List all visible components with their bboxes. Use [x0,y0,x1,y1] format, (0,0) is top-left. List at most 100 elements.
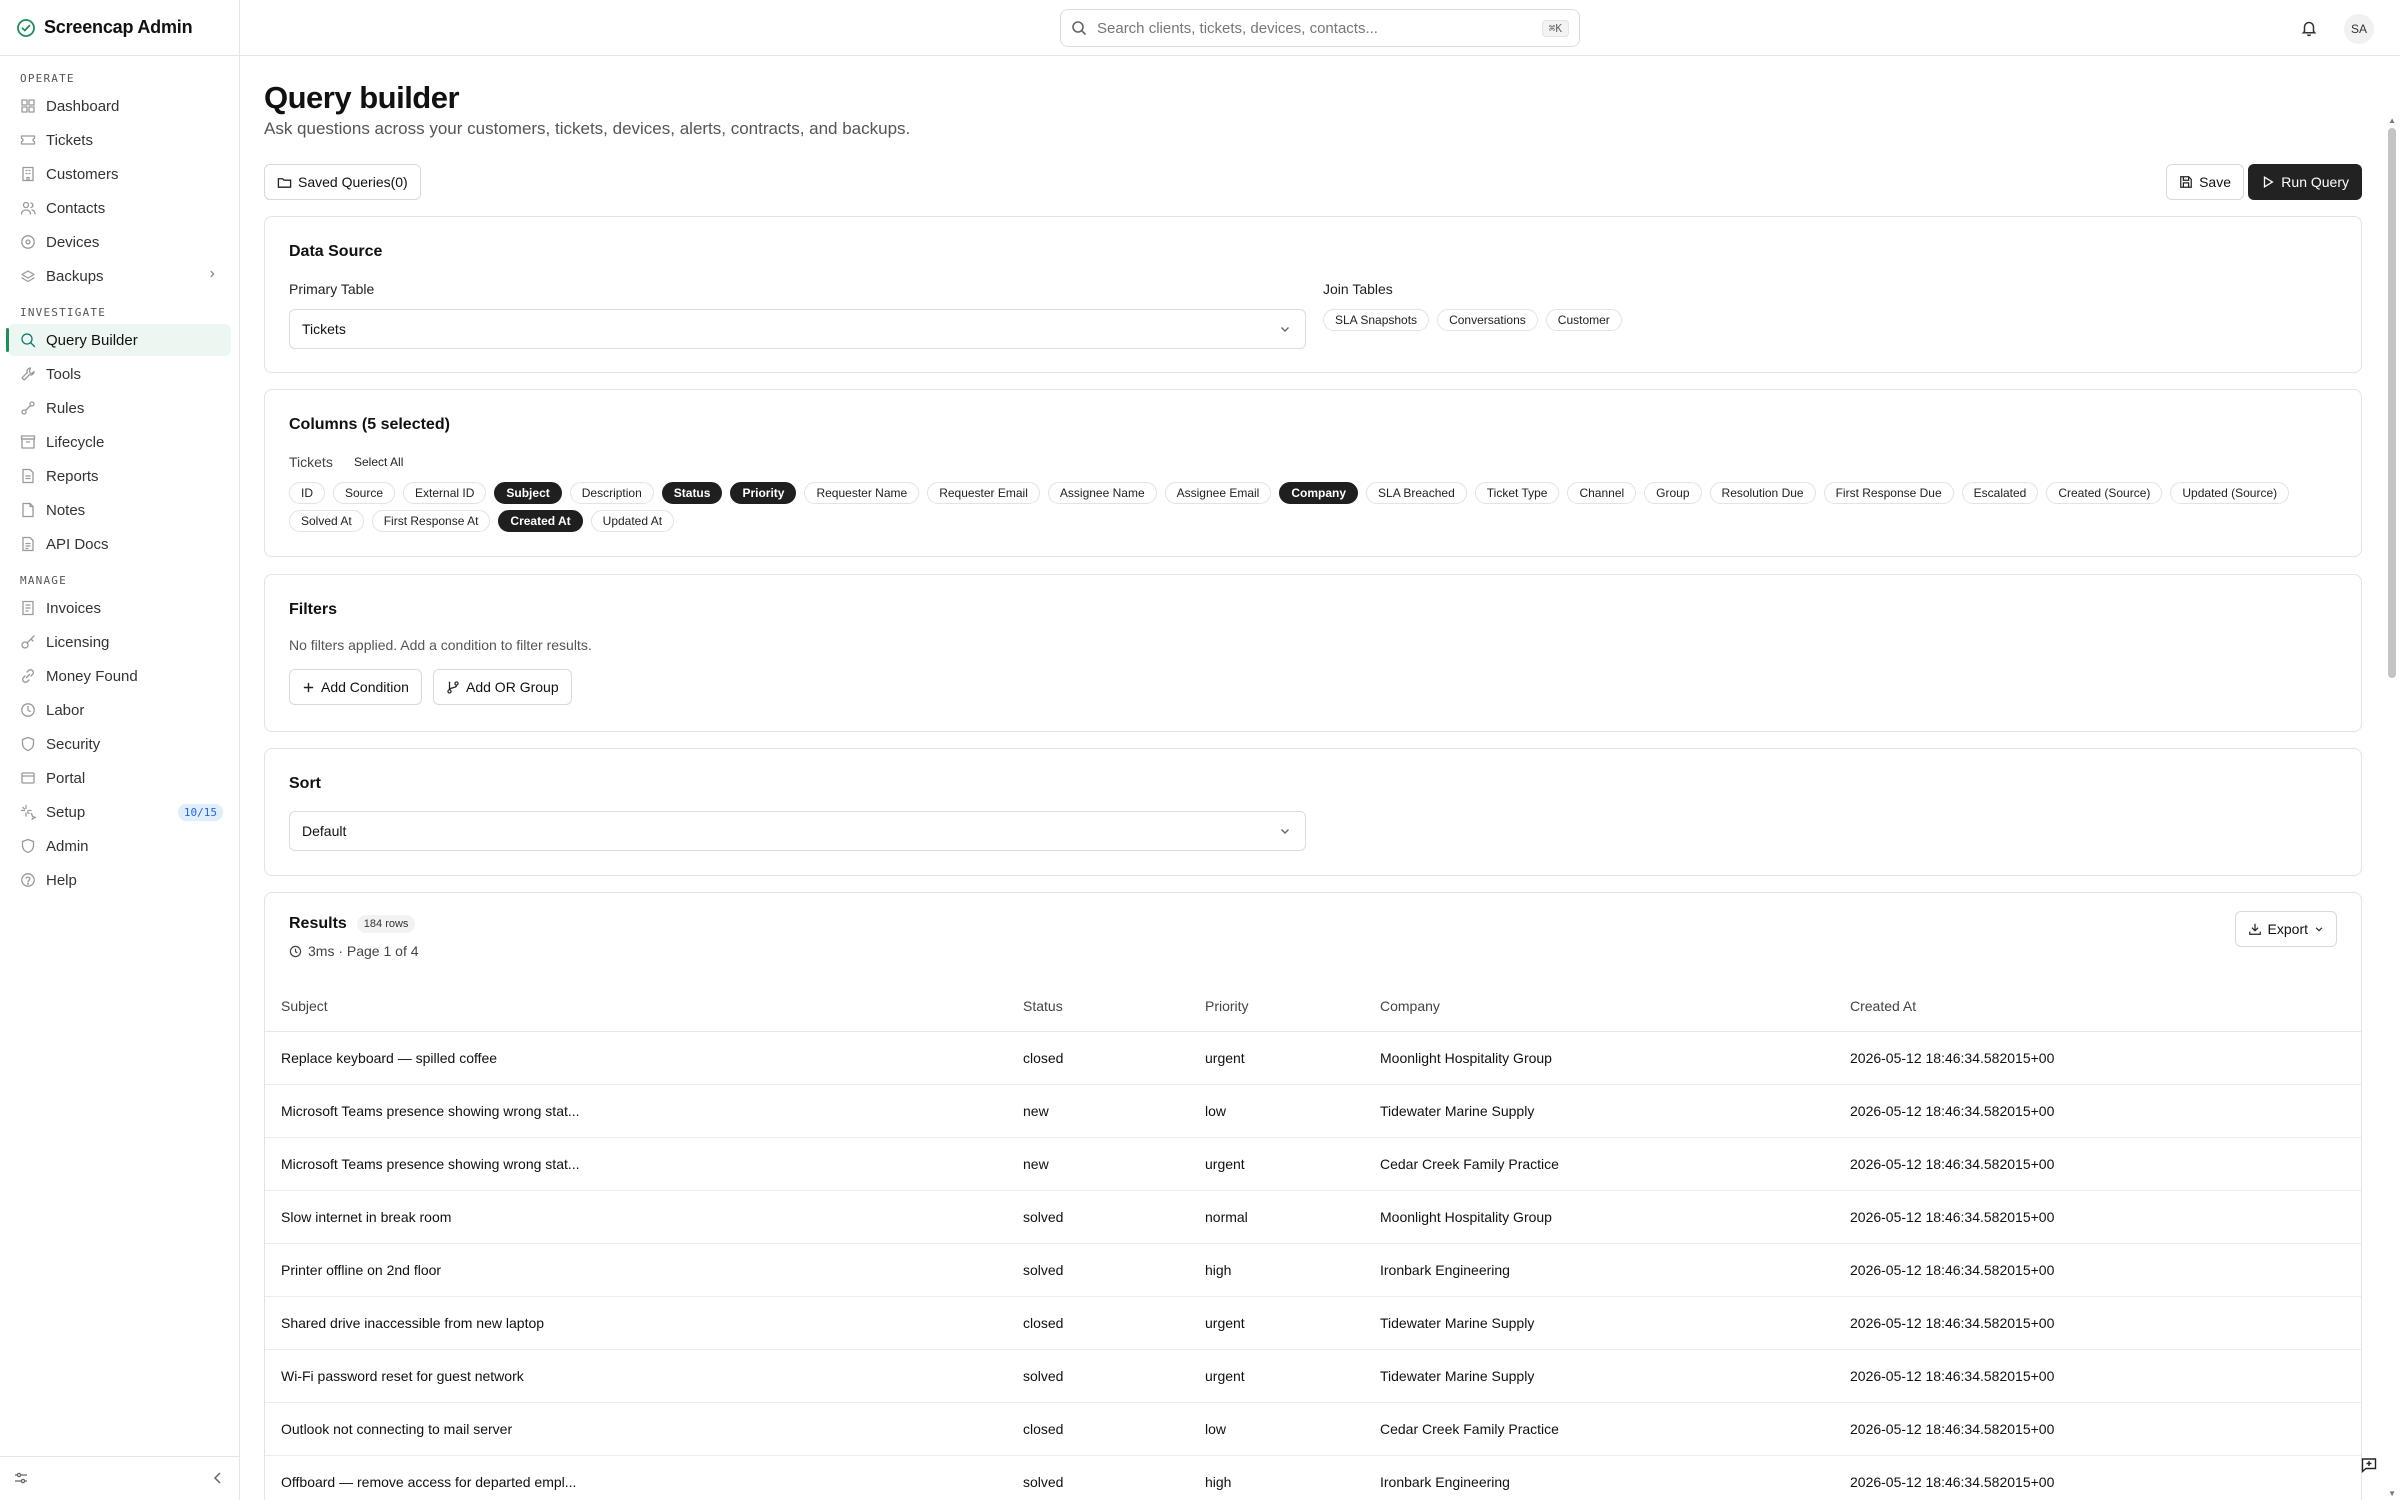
sort-select[interactable]: Default [289,811,1306,851]
run-query-button[interactable]: Run Query [2248,164,2362,200]
column-header[interactable]: Company [1364,981,1834,1032]
table-cell: closed [1007,1296,1189,1350]
join-table-pill[interactable]: Conversations [1437,309,1538,331]
sidebar-item-labor[interactable]: Labor [8,694,231,726]
users-icon [20,200,36,216]
sidebar-item-help[interactable]: Help [8,864,231,896]
column-pill[interactable]: Requester Name [804,482,920,504]
sidebar-item-security[interactable]: Security [8,728,231,760]
column-pill[interactable]: Ticket Type [1474,482,1560,504]
column-pill[interactable]: Company [1279,482,1359,504]
column-pill[interactable]: Subject [494,482,562,504]
column-pill[interactable]: Source [333,482,396,504]
column-pill[interactable]: Requester Email [927,482,1040,504]
save-button[interactable]: Save [2166,164,2244,200]
sidebar-item-api-docs[interactable]: API Docs [8,528,231,560]
table-row[interactable]: Replace keyboard — spilled coffee closed u… [265,1031,2361,1085]
sidebar-item-devices[interactable]: Devices [8,226,231,258]
table-row[interactable]: Outlook not connecting to mail server clo… [265,1402,2361,1456]
column-pill[interactable]: Updated (Source) [2170,482,2290,504]
column-pill[interactable]: First Response Due [1823,482,1954,504]
scroll-down-arrow-icon[interactable]: ▼ [2388,1489,2396,1498]
column-pill[interactable]: Description [569,482,654,504]
table-row[interactable]: Printer offline on 2nd floor solved high Ir… [265,1243,2361,1297]
sidebar-item-query-builder[interactable]: Query Builder [6,324,231,356]
column-pill[interactable]: Resolution Due [1709,482,1816,504]
doc-icon [20,536,36,552]
sidebar-item-backups[interactable]: Backups [8,260,231,292]
column-pill[interactable]: Created At [498,510,583,532]
table-cell: solved [1007,1190,1189,1244]
sidebar-item-admin[interactable]: Admin [8,830,231,862]
add-or-group-button[interactable]: Add OR Group [433,669,572,705]
column-pill[interactable]: Priority [730,482,797,504]
sidebar-item-dashboard[interactable]: Dashboard [8,90,231,122]
table-row[interactable]: Wi-Fi password reset for guest network so… [265,1349,2361,1403]
export-button[interactable]: Export [2234,911,2337,947]
bell-icon[interactable] [2300,19,2318,37]
column-pill[interactable]: Escalated [1961,482,2039,504]
select-all-button[interactable]: Select All [354,455,403,469]
column-pill[interactable]: First Response At [371,510,491,532]
building-icon [20,166,36,182]
column-pill[interactable]: Assignee Name [1047,482,1157,504]
sidebar-item-notes[interactable]: Notes [8,494,231,526]
table-row[interactable]: Microsoft Teams presence showing wrong s… [265,1137,2361,1191]
collapse-sidebar-icon[interactable] [211,1471,225,1485]
column-header[interactable]: Status [1007,981,1189,1032]
table-row[interactable]: Microsoft Teams presence showing wrong s… [265,1084,2361,1138]
column-pill[interactable]: Assignee Email [1164,482,1272,504]
results-header: Results 184 rows [289,915,416,933]
global-search[interactable]: Search clients, tickets, devices, contac… [1060,9,1580,47]
column-pill[interactable]: ID [289,482,325,504]
add-condition-button[interactable]: Add Condition [289,669,422,705]
sidebar-item-portal[interactable]: Portal [8,762,231,794]
results-title: Results [289,915,347,932]
sidebar-item-invoices[interactable]: Invoices [8,592,231,624]
sidebar-item-tools[interactable]: Tools [8,358,231,390]
table-cell: low [1189,1402,1364,1456]
sidebar-item-tickets[interactable]: Tickets [8,124,231,156]
sidebar-item-customers[interactable]: Customers [8,158,231,190]
column-header[interactable]: Subject [265,981,1007,1032]
column-pill[interactable]: Solved At [289,510,364,532]
run-query-label: Run Query [2281,174,2349,190]
table-row[interactable]: Offboard — remove access for departed em… [265,1455,2361,1500]
saved-queries-button[interactable]: Saved Queries(0) [264,164,421,200]
sidebar-item-contacts[interactable]: Contacts [8,192,231,224]
column-pill[interactable]: External ID [403,482,487,504]
settings-sliders-icon[interactable] [14,1471,28,1485]
column-header[interactable]: Priority [1189,981,1364,1032]
column-pill[interactable]: Updated At [590,510,675,532]
table-header-row: Subject Status Priority Company Created At [265,981,2361,1032]
column-header[interactable]: Created At [1834,981,2361,1032]
sidebar-item-setup[interactable]: Setup 10/15 [8,796,231,828]
search-icon [1071,20,1087,36]
sidebar-item-lifecycle[interactable]: Lifecycle [8,426,231,458]
page-scrollbar[interactable]: ▲ ▼ [2384,56,2400,1500]
sidebar-item-rules[interactable]: Rules [8,392,231,424]
chat-icon[interactable] [2360,1456,2378,1474]
table-row[interactable]: Shared drive inaccessible from new lapto… [265,1296,2361,1350]
join-table-pill[interactable]: SLA Snapshots [1323,309,1430,331]
sidebar-item-money-found[interactable]: Money Found [8,660,231,692]
column-pill[interactable]: Status [661,482,723,504]
sidebar-item-label: Notes [46,501,86,519]
join-table-pill[interactable]: Customer [1545,309,1622,331]
column-pill[interactable]: Group [1644,482,1702,504]
sidebar-item-licensing[interactable]: Licensing [8,626,231,658]
sidebar-item-label: Setup [46,803,86,821]
table-row[interactable]: Slow internet in break room solved normal M… [265,1190,2361,1244]
scroll-up-arrow-icon[interactable]: ▲ [2388,116,2396,125]
search-input[interactable]: Search clients, tickets, devices, contac… [1097,20,1532,37]
column-pill[interactable]: Channel [1567,482,1637,504]
table-body: Replace keyboard — spilled coffee closed u… [265,1031,2361,1500]
export-label: Export [2267,921,2308,937]
avatar[interactable]: SA [2344,14,2374,44]
sidebar-item-reports[interactable]: Reports [8,460,231,492]
primary-table-select[interactable]: Tickets [289,309,1306,349]
brand[interactable]: Screencap Admin [0,0,239,56]
column-pill[interactable]: SLA Breached [1366,482,1467,504]
column-pill[interactable]: Created (Source) [2046,482,2163,504]
scroll-thumb[interactable] [2388,128,2396,678]
